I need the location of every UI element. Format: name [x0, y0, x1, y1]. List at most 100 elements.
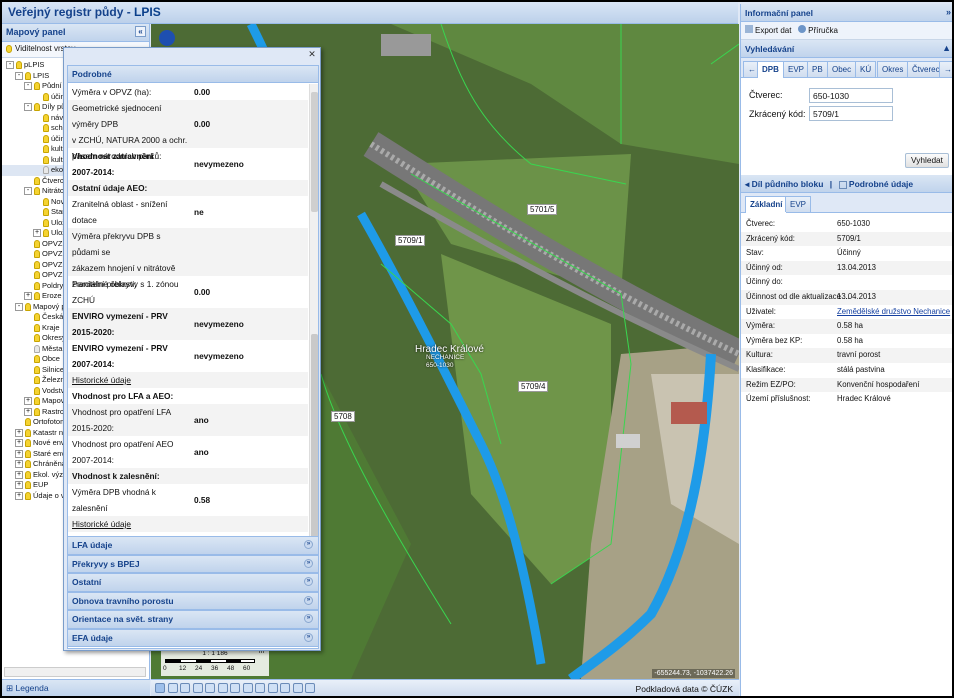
lightbulb-icon[interactable]	[34, 260, 40, 269]
horizontal-scrollbar[interactable]	[4, 667, 146, 677]
expand-icon[interactable]: +	[15, 491, 23, 500]
collapse-icon[interactable]: -	[15, 302, 23, 311]
expand-section-icon[interactable]: »	[304, 595, 313, 605]
expand-section-icon[interactable]: »	[304, 632, 313, 642]
lightbulb-icon[interactable]	[43, 197, 49, 206]
expand-icon[interactable]: +	[15, 449, 23, 458]
zoom-out-icon[interactable]	[192, 683, 203, 693]
help-button[interactable]: Příručka	[798, 25, 838, 35]
lightbulb-icon[interactable]	[43, 145, 49, 154]
tab-obec[interactable]: Obec	[827, 61, 857, 77]
lightbulb-icon[interactable]	[25, 418, 31, 427]
collapse-up-icon[interactable]: ▲	[942, 43, 951, 53]
lightbulb-icon[interactable]	[25, 71, 31, 80]
expand-section-icon[interactable]: »	[304, 577, 313, 586]
prev-extent-icon[interactable]	[230, 683, 240, 693]
lightbulb-icon[interactable]	[34, 397, 40, 406]
tab-základní[interactable]: Základní	[745, 196, 788, 213]
tab-kú[interactable]: KÚ	[855, 61, 877, 77]
lightbulb-icon[interactable]	[25, 460, 31, 469]
lightbulb-icon[interactable]	[34, 376, 40, 385]
section-header[interactable]: Obnova travního porostu »	[68, 591, 318, 610]
lightbulb-icon[interactable]	[34, 365, 40, 374]
next-extent-icon[interactable]	[242, 683, 253, 693]
collapse-icon[interactable]: -	[24, 82, 32, 91]
lightbulb-icon[interactable]	[25, 439, 31, 448]
lightbulb-icon[interactable]	[34, 355, 40, 364]
lightbulb-icon[interactable]	[16, 61, 22, 70]
expand-icon[interactable]: +	[15, 460, 23, 469]
lightbulb-icon[interactable]	[34, 176, 40, 185]
lightbulb-icon[interactable]	[34, 187, 40, 196]
lightbulb-icon[interactable]	[43, 113, 49, 122]
lightbulb-icon[interactable]	[25, 481, 31, 490]
lightbulb-icon[interactable]	[34, 344, 40, 353]
detail-key[interactable]: Historické údaje	[72, 516, 190, 532]
lightbulb-icon[interactable]	[43, 92, 49, 101]
lightbulb-icon[interactable]	[34, 103, 40, 112]
tab-evp[interactable]: EVP	[783, 61, 810, 77]
export-button[interactable]: Export dat	[745, 25, 791, 35]
help-icon[interactable]	[305, 683, 315, 693]
search-button[interactable]: Vyhledat	[905, 153, 949, 168]
lightbulb-icon[interactable]	[34, 250, 40, 259]
lightbulb-icon[interactable]	[34, 239, 40, 248]
expand-icon[interactable]: +	[33, 229, 41, 238]
lightbulb-icon[interactable]	[34, 313, 40, 322]
section-header[interactable]: Orientace na svět. strany »	[68, 610, 318, 629]
lightbulb-icon[interactable]	[43, 124, 49, 133]
lightbulb-icon[interactable]	[43, 218, 49, 227]
expand-icon[interactable]: +	[24, 292, 32, 301]
section-header[interactable]: EFA údaje »	[68, 628, 318, 647]
lightbulb-icon[interactable]	[34, 82, 40, 91]
tab-evp[interactable]: EVP	[785, 196, 812, 212]
collapse-icon[interactable]: -	[6, 61, 14, 70]
print-icon[interactable]	[267, 683, 278, 693]
section-header[interactable]: Překryvy s BPEJ »	[68, 554, 318, 573]
detail-key[interactable]: Historické údaje	[72, 372, 190, 388]
collapse-left-icon[interactable]: «	[135, 26, 146, 37]
collapse-icon[interactable]: -	[15, 71, 23, 80]
lightbulb-icon[interactable]	[34, 323, 40, 332]
lightbulb-icon[interactable]	[34, 334, 40, 343]
tab-okres[interactable]: Okres	[877, 61, 909, 77]
lightbulb-icon[interactable]	[34, 292, 40, 301]
collapse-icon[interactable]: -	[24, 187, 32, 196]
lightbulb-icon[interactable]	[34, 407, 40, 416]
measure-icon[interactable]	[205, 683, 215, 693]
lightbulb-icon[interactable]	[34, 271, 40, 280]
lightbulb-icon[interactable]	[43, 155, 49, 164]
tab-pb[interactable]: PB	[807, 61, 828, 77]
pan-icon[interactable]	[155, 683, 165, 693]
expand-icon[interactable]: +	[15, 439, 23, 448]
draw-icon[interactable]	[280, 683, 290, 693]
lightbulb-icon[interactable]	[25, 491, 31, 500]
kod-input[interactable]: 5709/1	[809, 106, 893, 121]
zoom-in-icon[interactable]	[180, 683, 190, 693]
legend-bar[interactable]: ⊞ Legenda	[2, 679, 150, 696]
identify-icon[interactable]	[217, 683, 228, 693]
lightbulb-icon[interactable]	[25, 302, 31, 311]
select-icon[interactable]	[167, 683, 178, 693]
clear-icon[interactable]	[292, 683, 303, 693]
section-header[interactable]: Ostatní »	[68, 573, 318, 592]
lightbulb-icon[interactable]	[43, 166, 49, 175]
collapse-icon[interactable]: -	[24, 103, 32, 112]
expand-icon[interactable]: +	[15, 481, 23, 490]
full-extent-icon[interactable]	[255, 683, 265, 693]
section-header[interactable]: LFA údaje »	[68, 536, 318, 555]
expand-icon[interactable]: +	[15, 470, 23, 479]
tab-scroll-right[interactable]: →	[939, 61, 952, 77]
lightbulb-icon[interactable]	[25, 470, 31, 479]
ctverec-input[interactable]: 650-1030	[809, 88, 893, 103]
lightbulb-icon[interactable]	[43, 208, 49, 217]
expand-section-icon[interactable]: »	[304, 558, 313, 568]
expand-icon[interactable]: +	[24, 397, 32, 406]
lightbulb-icon[interactable]	[34, 281, 40, 290]
close-icon[interactable]: ✕	[307, 50, 317, 60]
lightbulb-icon[interactable]	[25, 428, 31, 437]
expand-right-icon[interactable]: »	[946, 7, 951, 17]
lightbulb-icon[interactable]	[43, 134, 49, 143]
lightbulb-icon[interactable]	[25, 449, 31, 458]
user-link[interactable]: Zemědělské družstvo Nechanice	[837, 305, 950, 319]
